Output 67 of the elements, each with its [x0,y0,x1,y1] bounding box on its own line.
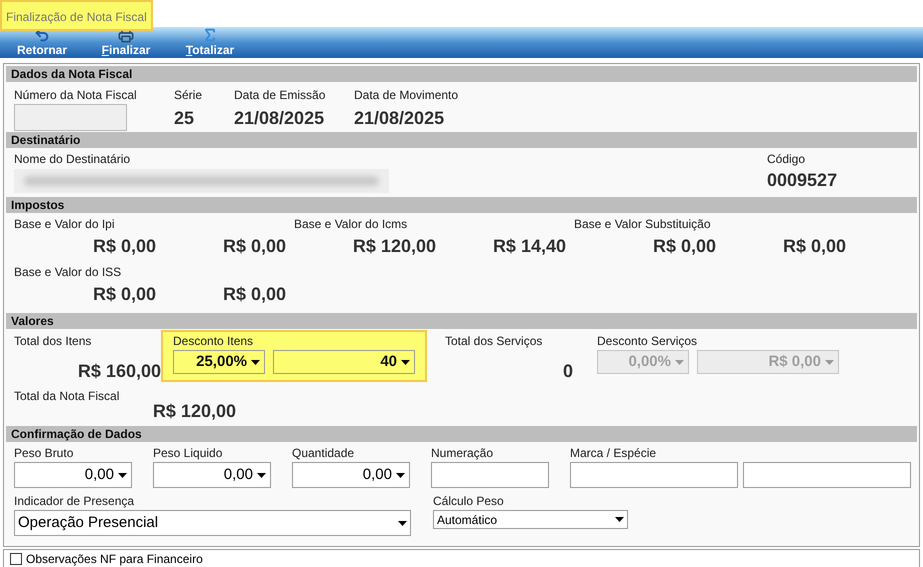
caret-icon [615,517,624,522]
caret-icon [118,472,127,478]
field-label: Série [174,88,204,102]
caret-icon [251,360,260,364]
field-value: R$ 0,00 [222,283,286,306]
field-label: Total dos Serviços [445,334,544,348]
field-label: Nome do Destinatário [14,152,132,166]
field-value: R$ 120,00 [352,235,436,258]
section-header: Destinatário [6,132,917,148]
spin-field[interactable]: 0,00 [14,462,132,488]
field-value: R$ 120,00 [152,400,236,422]
text-field[interactable] [431,462,549,488]
field-label: Base e Valor do Icms [293,217,408,231]
field-value: 0 [562,360,574,382]
caret-icon [825,360,834,364]
sigma-icon [202,27,218,43]
field-value: 25 [174,107,196,129]
field-label: Desconto Serviços [597,334,698,348]
text-field[interactable] [570,462,738,488]
field-label: Desconto Itens [173,334,254,348]
field-value: R$ 0,00 [222,235,286,258]
field-value: R$ 0,00 [92,235,156,258]
section-header: Dados da Nota Fiscal [6,66,917,82]
field-value: R$ 160,00 [76,360,161,382]
dropdown-field[interactable]: 40 [273,350,415,374]
checkbox-label: Observações NF para Financeiro [26,551,203,567]
field-label: Total dos Itens [13,334,92,348]
field-value: 21/08/2025 [354,107,446,129]
field-label: Marca / Espécie [570,446,658,460]
field-value: R$ 0,00 [92,283,156,306]
field-label: Quantidade [292,446,356,460]
caret-icon [401,360,410,364]
field-value: R$ 0,00 [652,235,716,258]
field-label: Base e Valor do Ipi [13,217,116,231]
toolbar-button[interactable]: Totalizar [172,27,248,58]
window-title: Finalização de Nota Fiscal [0,0,153,31]
field-label: Peso Bruto [14,446,74,460]
dropdown-field[interactable]: 25,00% [173,350,265,374]
caret-icon [257,472,266,478]
dropdown-field[interactable]: Operação Presencial [14,510,411,536]
section-header: Confirmação de Dados [6,426,917,442]
field-label: Total da Nota Fiscal [13,389,120,403]
field-value: R$ 14,40 [492,235,566,258]
field-value: 21/08/2025 [234,107,326,129]
section-header: Valores [6,313,917,329]
field-label: Indicador de Presença [14,494,136,508]
field-label: Data de Emissão [234,88,326,102]
caret-icon [398,520,407,526]
field-label: Base e Valor Substituição [573,217,712,231]
field-label: Peso Liquido [153,446,224,460]
spin-field[interactable]: 0,00 [292,462,410,488]
checkbox[interactable] [10,553,22,565]
section-header: Impostos [6,197,917,213]
field-label: Numeração [431,446,494,460]
field-label: Data de Movimento [354,88,460,102]
field-label: Número da Nota Fiscal [14,88,138,102]
text-field[interactable] [743,462,911,488]
caret-icon [675,360,684,364]
field-label: Base e Valor do ISS [13,265,122,279]
caret-icon [396,472,405,478]
dropdown-field[interactable]: Automático [433,510,628,529]
spin-field[interactable]: 0,00 [153,462,271,488]
field-label: Código [767,152,806,166]
input-field[interactable] [14,104,127,131]
field-value: R$ 0,00 [782,235,846,258]
field-label: Cálculo Peso [433,494,505,508]
field-value: 0009527 [767,169,838,191]
